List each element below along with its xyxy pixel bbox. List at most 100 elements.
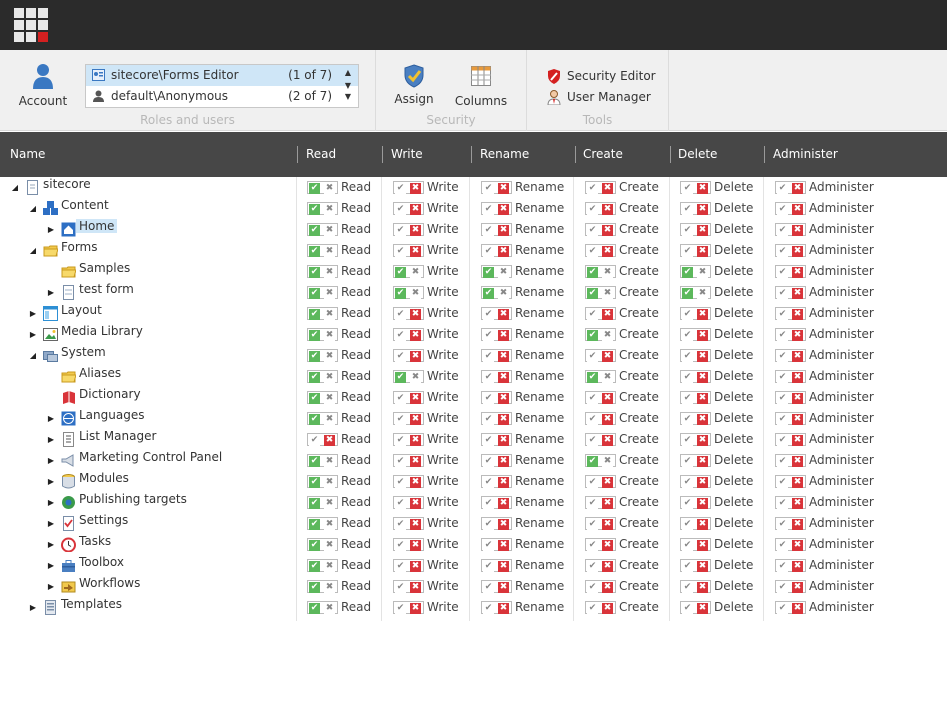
allow-check-icon[interactable]: ✔	[483, 603, 494, 614]
column-header-name[interactable]: Name	[10, 132, 45, 177]
allow-check-icon[interactable]: ✔	[777, 372, 788, 383]
permission-toggle[interactable]: ✔ ✖	[585, 454, 616, 467]
allow-check-icon[interactable]: ✔	[682, 393, 693, 404]
deny-x-icon[interactable]: ✖	[602, 309, 613, 320]
permission-toggle[interactable]: ✔ ✖	[307, 244, 338, 257]
allow-check-icon[interactable]: ✔	[682, 225, 693, 236]
allow-check-icon[interactable]: ✔	[777, 225, 788, 236]
column-header-write[interactable]: Write	[382, 132, 423, 177]
permission-toggle[interactable]: ✔ ✖	[393, 601, 424, 614]
permission-toggle[interactable]: ✔ ✖	[481, 349, 512, 362]
deny-x-icon[interactable]: ✖	[792, 456, 803, 467]
allow-check-icon[interactable]: ✔	[777, 330, 788, 341]
permission-toggle[interactable]: ✔ ✖	[585, 559, 616, 572]
permission-toggle[interactable]: ✔ ✖	[680, 475, 711, 488]
expand-arrow-icon[interactable]: ▶	[46, 555, 56, 576]
permission-toggle[interactable]: ✔ ✖	[481, 517, 512, 530]
permission-toggle[interactable]: ✔ ✖	[585, 580, 616, 593]
user-manager-button[interactable]: User Manager	[547, 87, 651, 107]
deny-x-icon[interactable]: ✖	[697, 582, 708, 593]
permission-toggle[interactable]: ✔ ✖	[775, 370, 806, 383]
allow-check-icon[interactable]: ✔	[777, 351, 788, 362]
permission-toggle[interactable]: ✔ ✖	[307, 538, 338, 551]
expand-arrow-icon[interactable]: ▶	[28, 597, 38, 618]
permission-toggle[interactable]: ✔ ✖	[307, 496, 338, 509]
columns-button[interactable]: Columns	[452, 66, 510, 108]
permission-toggle[interactable]: ✔ ✖	[393, 244, 424, 257]
allow-check-icon[interactable]: ✔	[483, 267, 494, 278]
permission-toggle[interactable]: ✔ ✖	[307, 517, 338, 530]
collapse-arrow-icon[interactable]: ◢	[28, 198, 38, 219]
deny-x-icon[interactable]: ✖	[697, 519, 708, 530]
deny-x-icon[interactable]: ✖	[602, 225, 613, 236]
deny-x-icon[interactable]: ✖	[324, 267, 335, 278]
expand-arrow-icon[interactable]: ▶	[46, 219, 56, 240]
deny-x-icon[interactable]: ✖	[697, 351, 708, 362]
permission-toggle[interactable]: ✔ ✖	[393, 223, 424, 236]
expand-arrow-icon[interactable]: ▶	[46, 429, 56, 450]
allow-check-icon[interactable]: ✔	[587, 582, 598, 593]
permission-toggle[interactable]: ✔ ✖	[775, 265, 806, 278]
permission-toggle[interactable]: ✔ ✖	[393, 496, 424, 509]
tree-item-label[interactable]: Marketing Control Panel	[79, 450, 222, 464]
deny-x-icon[interactable]: ✖	[324, 519, 335, 530]
allow-check-icon[interactable]: ✔	[395, 582, 406, 593]
allow-check-icon[interactable]: ✔	[395, 519, 406, 530]
allow-check-icon[interactable]: ✔	[395, 498, 406, 509]
allow-check-icon[interactable]: ✔	[682, 477, 693, 488]
deny-x-icon[interactable]: ✖	[602, 414, 613, 425]
allow-check-icon[interactable]: ✔	[777, 414, 788, 425]
allow-check-icon[interactable]: ✔	[483, 288, 494, 299]
expand-arrow-icon[interactable]: ▶	[46, 576, 56, 597]
allow-check-icon[interactable]: ✔	[587, 372, 598, 383]
allow-check-icon[interactable]: ✔	[483, 519, 494, 530]
allow-check-icon[interactable]: ✔	[682, 372, 693, 383]
permission-toggle[interactable]: ✔ ✖	[393, 370, 424, 383]
deny-x-icon[interactable]: ✖	[410, 540, 421, 551]
permission-toggle[interactable]: ✔ ✖	[307, 580, 338, 593]
allow-check-icon[interactable]: ✔	[777, 183, 788, 194]
deny-x-icon[interactable]: ✖	[324, 288, 335, 299]
deny-x-icon[interactable]: ✖	[498, 393, 509, 404]
assign-button[interactable]: Assign	[390, 64, 438, 106]
deny-x-icon[interactable]: ✖	[498, 603, 509, 614]
allow-check-icon[interactable]: ✔	[587, 456, 598, 467]
permission-toggle[interactable]: ✔ ✖	[775, 202, 806, 215]
permission-toggle[interactable]: ✔ ✖	[307, 475, 338, 488]
allow-check-icon[interactable]: ✔	[395, 225, 406, 236]
deny-x-icon[interactable]: ✖	[602, 351, 613, 362]
deny-x-icon[interactable]: ✖	[602, 330, 613, 341]
deny-x-icon[interactable]: ✖	[792, 498, 803, 509]
permission-toggle[interactable]: ✔ ✖	[680, 286, 711, 299]
allow-check-icon[interactable]: ✔	[309, 456, 320, 467]
deny-x-icon[interactable]: ✖	[324, 603, 335, 614]
permission-toggle[interactable]: ✔ ✖	[775, 538, 806, 551]
allow-check-icon[interactable]: ✔	[777, 435, 788, 446]
deny-x-icon[interactable]: ✖	[498, 246, 509, 257]
deny-x-icon[interactable]: ✖	[697, 183, 708, 194]
permission-toggle[interactable]: ✔ ✖	[585, 181, 616, 194]
permission-toggle[interactable]: ✔ ✖	[393, 349, 424, 362]
allow-check-icon[interactable]: ✔	[483, 204, 494, 215]
deny-x-icon[interactable]: ✖	[410, 498, 421, 509]
permission-toggle[interactable]: ✔ ✖	[307, 601, 338, 614]
deny-x-icon[interactable]: ✖	[697, 477, 708, 488]
deny-x-icon[interactable]: ✖	[410, 393, 421, 404]
deny-x-icon[interactable]: ✖	[410, 414, 421, 425]
roles-list[interactable]: sitecore\Forms Editor (1 of 7) default\A…	[85, 64, 359, 108]
allow-check-icon[interactable]: ✔	[682, 582, 693, 593]
tree-item-label[interactable]: Workflows	[79, 576, 140, 590]
permission-toggle[interactable]: ✔ ✖	[393, 307, 424, 320]
allow-check-icon[interactable]: ✔	[483, 435, 494, 446]
deny-x-icon[interactable]: ✖	[410, 519, 421, 530]
allow-check-icon[interactable]: ✔	[682, 246, 693, 257]
scroll-up-icon[interactable]: ▲	[338, 66, 358, 79]
allow-check-icon[interactable]: ✔	[777, 561, 788, 572]
expand-arrow-icon[interactable]: ▶	[46, 492, 56, 513]
deny-x-icon[interactable]: ✖	[792, 351, 803, 362]
allow-check-icon[interactable]: ✔	[395, 183, 406, 194]
allow-check-icon[interactable]: ✔	[395, 246, 406, 257]
tree-item-label[interactable]: Modules	[79, 471, 129, 485]
allow-check-icon[interactable]: ✔	[309, 519, 320, 530]
permission-toggle[interactable]: ✔ ✖	[680, 328, 711, 341]
